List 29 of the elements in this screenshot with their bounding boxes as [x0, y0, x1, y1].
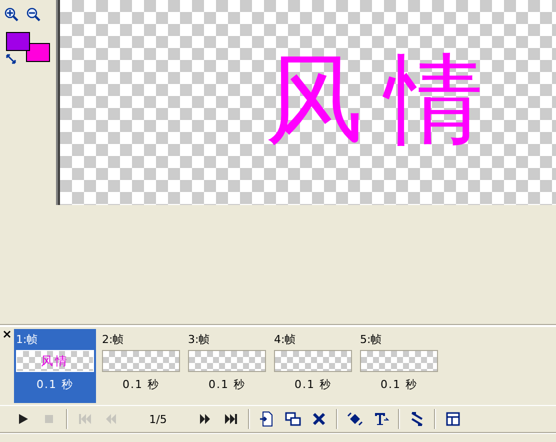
- frame-item[interactable]: 5:帧 0.1 秒: [358, 329, 440, 403]
- zoom-in-icon[interactable]: [4, 6, 20, 22]
- frame-item[interactable]: 1:帧 风情 0.1 秒: [14, 329, 96, 403]
- skip-to-start-icon: [77, 411, 93, 427]
- delete-icon: [311, 411, 327, 427]
- skip-to-end-icon: [223, 411, 239, 427]
- text-insert-icon: [373, 411, 389, 427]
- fast-forward-icon: [197, 411, 213, 427]
- background-color-swatch[interactable]: [26, 43, 50, 62]
- frame-counter: 1/5: [148, 412, 168, 426]
- frame-item[interactable]: 4:帧 0.1 秒: [272, 329, 354, 403]
- frame-item[interactable]: 2:帧 0.1 秒: [100, 329, 182, 403]
- canvas-text: 风情: [265, 50, 505, 148]
- swap-arrows-icon[interactable]: [6, 54, 16, 64]
- text-insert-button[interactable]: [372, 410, 390, 428]
- zoom-out-icon[interactable]: [26, 6, 42, 22]
- foreground-color-swatch[interactable]: [6, 32, 30, 51]
- reverse-arrows-icon: [409, 411, 425, 427]
- frame-item[interactable]: 3:帧 0.1 秒: [186, 329, 268, 403]
- overlapping-windows-button[interactable]: [284, 410, 302, 428]
- frame-properties-icon: [445, 411, 461, 427]
- close-button[interactable]: ×: [0, 329, 14, 405]
- delete-button[interactable]: [310, 410, 328, 428]
- frame-properties-button[interactable]: [444, 410, 462, 428]
- frame-thumbnail: 风情: [16, 350, 94, 372]
- diamond-arrows-button[interactable]: [346, 410, 364, 428]
- overlapping-windows-icon: [285, 411, 301, 427]
- diamond-arrows-icon: [347, 411, 363, 427]
- page-plus-icon: [259, 411, 275, 427]
